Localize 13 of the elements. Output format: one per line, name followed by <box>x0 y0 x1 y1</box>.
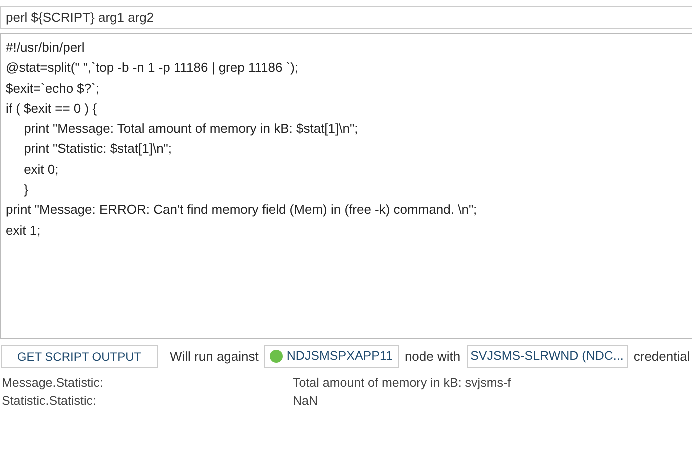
node-selector[interactable]: NDJSMSPXAPP11 <box>264 345 399 368</box>
node-with-label: node with <box>404 348 461 366</box>
result-key: Message.Statistic: <box>0 374 293 392</box>
script-editor[interactable]: #!/usr/bin/perl @stat=split(" ",`top -b -n 1 -p 11186 | grep 11186 `); $exit=`echo $?`; if ( $exit == 0 ) { print "Message: Total amount of memory in kB: $stat[1]\n"; print "Statistic: $stat[1]\n"; exit 0; } print "Message: ERROR: Can't find memory field (Mem) in (free -k) command. \n"; exit 1; <box>0 33 692 339</box>
get-output-button[interactable]: GET SCRIPT OUTPUT <box>1 345 158 368</box>
credential-label: credential <box>634 348 690 366</box>
credential-selector[interactable]: SVJSMS-SLRWND (NDC... <box>466 345 628 368</box>
node-name: NDJSMSPXAPP11 <box>286 348 393 366</box>
result-value: NaN <box>293 393 318 410</box>
result-value: Total amount of memory in kB: svjsms-f <box>293 375 512 392</box>
result-key: Statistic.Statistic: <box>0 392 293 410</box>
command-field[interactable]: perl ${SCRIPT} arg1 arg2 <box>0 6 692 29</box>
run-label: Will run against <box>170 348 259 366</box>
